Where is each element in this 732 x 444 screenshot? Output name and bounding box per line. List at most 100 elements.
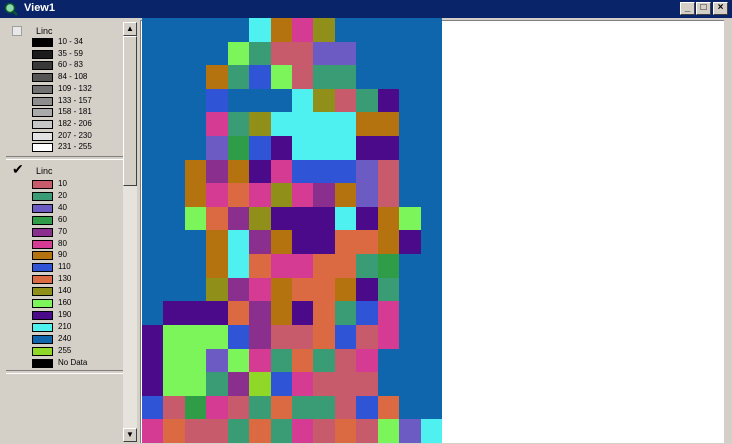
legend-swatch[interactable]: [32, 346, 53, 356]
raster-cell: [206, 88, 228, 113]
raster-cell: [292, 301, 314, 325]
legend-swatch[interactable]: [32, 203, 53, 213]
raster-cell: [249, 395, 271, 420]
raster-cell: [399, 395, 421, 420]
legend-swatch[interactable]: [32, 96, 53, 106]
raster-cell: [270, 372, 292, 396]
legend-swatch[interactable]: [32, 239, 53, 249]
raster-cell: [184, 372, 207, 396]
legend-swatch[interactable]: [32, 322, 53, 332]
raster-cell: [420, 419, 442, 443]
legend-swatch[interactable]: [32, 61, 53, 71]
raster-cell: [313, 395, 335, 420]
legend-swatch[interactable]: [32, 358, 53, 368]
raster-cell: [206, 254, 228, 278]
legend-swatch[interactable]: [32, 191, 53, 201]
legend-swatch[interactable]: [32, 299, 53, 308]
legend-swatch[interactable]: [32, 84, 53, 94]
raster-cell: [292, 324, 314, 349]
raster-cell: [270, 324, 292, 349]
raster-cell: [356, 159, 378, 184]
raster-cell: [334, 395, 357, 420]
raster-cell: [334, 230, 357, 255]
raster-cell: [292, 254, 314, 278]
raster-cell: [184, 183, 207, 207]
raster-cell: [377, 88, 400, 113]
legend-label: 84 - 108: [58, 72, 88, 82]
legend-swatch[interactable]: [32, 251, 53, 261]
raster-cell: [142, 88, 164, 113]
raster-cell: [227, 18, 250, 42]
raster-cell: [334, 136, 357, 160]
raster-cell: [249, 41, 271, 66]
raster-cell: [270, 348, 292, 373]
raster-cell: [270, 136, 292, 160]
legend-swatch[interactable]: [32, 49, 53, 59]
legend-swatch[interactable]: [32, 334, 53, 344]
raster-cell: [142, 254, 164, 278]
raster-cell: [399, 41, 421, 66]
raster-cell: [292, 395, 314, 420]
raster-cell: [227, 419, 250, 443]
raster-cell: [356, 136, 378, 160]
legend-swatch[interactable]: [32, 180, 53, 189]
raster-cell: [163, 159, 185, 184]
legend-swatch[interactable]: [32, 73, 53, 83]
scroll-up-button[interactable]: ▲: [123, 22, 137, 36]
raster-cell: [227, 41, 250, 66]
legend-swatch[interactable]: [32, 287, 53, 297]
raster-cell: [399, 159, 421, 184]
raster-cell: [270, 88, 292, 113]
raster-cell: [249, 254, 271, 278]
legend-swatch[interactable]: [32, 108, 53, 118]
raster-cell: [420, 277, 442, 302]
legend-swatch[interactable]: [32, 215, 53, 225]
raster-cell: [292, 183, 314, 207]
raster-cell: [313, 65, 335, 89]
legend-swatch[interactable]: [32, 119, 53, 129]
legend-swatch[interactable]: [32, 143, 53, 153]
legend-label: 231 - 255: [58, 142, 92, 152]
raster-cell: [356, 230, 378, 255]
raster-cell: [377, 41, 400, 66]
raster-cell: [249, 230, 271, 255]
raster-cell: [356, 324, 378, 349]
raster-cell: [377, 183, 400, 207]
raster-cell: [313, 254, 335, 278]
scroll-thumb[interactable]: [123, 36, 137, 186]
scroll-down-button[interactable]: ▼: [123, 428, 137, 442]
raster-cell: [184, 88, 207, 113]
legend-swatch[interactable]: [32, 310, 53, 320]
minimize-button[interactable]: _: [680, 2, 695, 15]
maximize-button[interactable]: □: [696, 2, 711, 15]
raster-cell: [163, 88, 185, 113]
raster-cell: [356, 254, 378, 278]
raster-cell: [292, 41, 314, 66]
legend-swatch[interactable]: [32, 263, 53, 273]
raster-cell: [356, 88, 378, 113]
legend-swatch[interactable]: [32, 275, 53, 285]
window-border: [724, 18, 732, 444]
legend-label: 10 - 34: [58, 37, 83, 46]
raster-cell: [313, 88, 335, 113]
legend-swatch[interactable]: [32, 38, 53, 47]
raster-cell: [249, 112, 271, 137]
legend-scrollbar[interactable]: ▲ ▼: [123, 22, 137, 442]
raster-cell: [227, 65, 250, 89]
checkmark-icon[interactable]: ✔: [12, 162, 24, 176]
raster-cell: [163, 41, 185, 66]
theme-visibility-checkbox[interactable]: [12, 26, 22, 36]
raster-cell: [206, 419, 228, 443]
raster-cell: [163, 183, 185, 207]
close-button[interactable]: ×: [713, 2, 728, 15]
legend-swatch[interactable]: [32, 131, 53, 141]
raster-cell: [206, 324, 228, 349]
raster-cell: [206, 372, 228, 396]
raster-cell: [420, 41, 442, 66]
raster-cell: [227, 159, 250, 184]
legend-swatch[interactable]: [32, 227, 53, 237]
raster-cell: [206, 348, 228, 373]
raster-cell: [163, 324, 185, 349]
theme-name: Linc: [36, 166, 53, 176]
raster-cell: [420, 372, 442, 396]
